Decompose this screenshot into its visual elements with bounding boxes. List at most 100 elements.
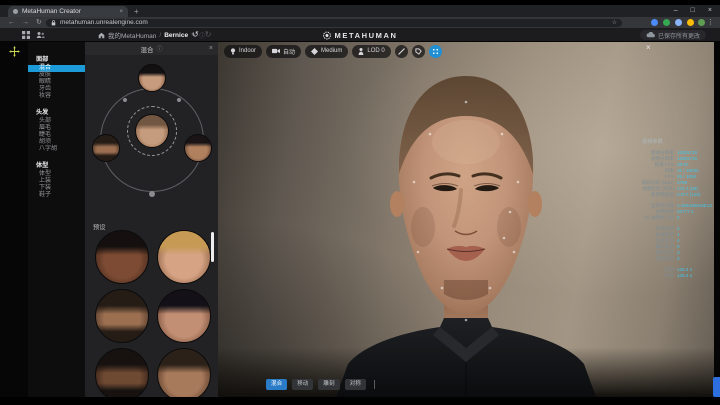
- screen: MetaHuman Creator × + – □ × ← → ↻ metahu…: [0, 0, 720, 405]
- lod-label: LOD 0: [367, 48, 384, 54]
- url-input[interactable]: metahuman.unrealengine.com ☆: [46, 19, 622, 27]
- metahuman-logo: METAHUMAN: [322, 28, 397, 42]
- back-icon[interactable]: ←: [8, 17, 15, 28]
- nav-item-teeth[interactable]: 牙齿: [28, 86, 85, 93]
- presets-title: 预设: [93, 222, 106, 231]
- blend-preset-thumb-right[interactable]: [184, 134, 212, 162]
- panel-close-icon[interactable]: ×: [209, 42, 213, 55]
- tab-close-icon[interactable]: ×: [119, 9, 123, 15]
- metahuman-gear-icon: [322, 31, 331, 40]
- blend-preset-thumb-top[interactable]: [138, 64, 166, 92]
- nav-section-hair: 头发: [28, 107, 85, 116]
- home-icon[interactable]: [98, 32, 105, 39]
- blend-node-dot[interactable]: [177, 98, 181, 102]
- nav-item-skin[interactable]: 皮肤: [28, 72, 85, 79]
- extension-icons[interactable]: [651, 19, 694, 26]
- camera-pill[interactable]: 自动: [266, 45, 301, 58]
- mode-move-button[interactable]: 移动: [292, 379, 313, 390]
- mode-symmetry-button[interactable]: 对称: [345, 379, 366, 390]
- panel-info-icon[interactable]: ⓘ: [156, 44, 162, 53]
- blend-preset-thumb-left[interactable]: [92, 134, 120, 162]
- quality-pill[interactable]: Medium: [305, 45, 348, 58]
- presets-scrollbar[interactable]: [211, 232, 214, 262]
- blend-node-dot[interactable]: [149, 191, 155, 197]
- mode-sculpt-button[interactable]: 雕刻: [318, 379, 339, 390]
- nav-item-eyebrows[interactable]: 眉毛: [28, 125, 85, 132]
- blend-circle[interactable]: [85, 55, 218, 225]
- nav-item-makeup[interactable]: 妆容: [28, 93, 85, 100]
- nav-item-shoes[interactable]: 鞋子: [28, 192, 85, 199]
- blend-current-face-thumb[interactable]: [135, 114, 169, 148]
- preset-thumb[interactable]: [95, 289, 149, 343]
- preset-thumb[interactable]: [95, 230, 149, 284]
- saved-status-text: 已保存所有更改: [658, 31, 700, 40]
- browser-menu-icon[interactable]: ⋮: [707, 17, 714, 28]
- preset-thumb[interactable]: [157, 348, 211, 397]
- mode-separator: [374, 380, 375, 389]
- move-gizmo-icon[interactable]: [9, 46, 20, 57]
- environment-label: Indoor: [239, 48, 256, 54]
- reload-icon[interactable]: ↻: [36, 17, 42, 28]
- breadcrumb: 我的MetaHuman / Bernice ✎ ⓘ: [98, 28, 205, 42]
- preset-thumb[interactable]: [157, 289, 211, 343]
- stats-title: 视频参数: [628, 138, 710, 145]
- window-minimize-icon[interactable]: –: [674, 5, 678, 17]
- nav-item-blend[interactable]: 混合: [28, 65, 85, 72]
- tool-close-icon[interactable]: ×: [646, 43, 651, 52]
- viewport-toolbar: Indoor 自动 Medium LOD 0: [224, 44, 442, 58]
- community-icon[interactable]: [36, 31, 45, 39]
- extension-icon[interactable]: [651, 19, 658, 26]
- sculpt-mode-bar: 混合 移动 雕刻 对称: [266, 379, 375, 390]
- bottom-letterbox: [0, 397, 720, 405]
- hair-preview-button[interactable]: [412, 45, 425, 58]
- nav-item-tops[interactable]: 上装: [28, 178, 85, 185]
- nav-item-bottoms[interactable]: 下装: [28, 185, 85, 192]
- new-tab-button[interactable]: +: [134, 7, 139, 16]
- bookmark-star-icon[interactable]: ☆: [612, 19, 617, 26]
- profile-avatar[interactable]: [698, 19, 705, 26]
- nav-item-mustache[interactable]: 八字胡: [28, 146, 85, 153]
- quality-icon: [311, 48, 318, 55]
- lightbulb-icon: [230, 48, 236, 55]
- nav-item-beard[interactable]: 胡须: [28, 139, 85, 146]
- character-name: Bernice: [164, 32, 188, 39]
- feedback-tab[interactable]: [713, 377, 720, 397]
- viewport[interactable]: Indoor 自动 Medium LOD 0: [218, 42, 714, 397]
- browser-tab[interactable]: MetaHuman Creator ×: [8, 6, 128, 17]
- app-header: 我的MetaHuman / Bernice ✎ ⓘ ↺ ↻ METAHUMAN …: [0, 28, 720, 42]
- extension-icon[interactable]: [675, 19, 682, 26]
- lod-pill[interactable]: LOD 0: [352, 45, 390, 58]
- face-guides-toggle[interactable]: [429, 45, 442, 58]
- window-close-icon[interactable]: ×: [708, 5, 712, 17]
- extension-icon[interactable]: [687, 19, 694, 26]
- blend-node-dot[interactable]: [123, 98, 127, 102]
- brush-icon: [398, 48, 405, 55]
- url-text: metahuman.unrealengine.com: [60, 19, 148, 26]
- tag-icon: [415, 48, 422, 55]
- nav-item-eyes[interactable]: 眼睛: [28, 79, 85, 86]
- blend-panel: 混合 ⓘ × 预设: [85, 42, 218, 397]
- clay-preview-button[interactable]: [395, 45, 408, 58]
- saved-status-pill: 已保存所有更改: [640, 30, 706, 40]
- mode-blend-button[interactable]: 混合: [266, 379, 287, 390]
- nav-item-body[interactable]: 体型: [28, 171, 85, 178]
- nav-section-body: 体型: [28, 160, 85, 169]
- window-maximize-icon[interactable]: □: [691, 5, 695, 17]
- preset-thumb[interactable]: [95, 348, 149, 397]
- undo-icon[interactable]: ↺: [192, 28, 199, 42]
- layout-grid-icon[interactable]: [22, 31, 30, 39]
- browser-address-bar: ← → ↻ metahuman.unrealengine.com ☆ ⋮: [0, 17, 720, 28]
- forward-icon[interactable]: →: [22, 17, 29, 28]
- extension-icon[interactable]: [663, 19, 670, 26]
- cloud-check-icon: [646, 32, 655, 38]
- nav-item-head-hair[interactable]: 头部: [28, 118, 85, 125]
- lock-icon: [51, 20, 56, 26]
- nav-item-eyelashes[interactable]: 睫毛: [28, 132, 85, 139]
- preset-thumb[interactable]: [157, 230, 211, 284]
- redo-icon[interactable]: ↻: [205, 28, 212, 42]
- lod-person-icon: [358, 48, 364, 55]
- environment-pill[interactable]: Indoor: [224, 45, 262, 58]
- sidebar-nav: 面部 混合 皮肤 眼睛 牙齿 妆容 头发 头部 眉毛 睫毛 胡须 八字胡 体型 …: [28, 42, 85, 397]
- guide-dots-icon: [432, 48, 439, 55]
- breadcrumb-root[interactable]: 我的MetaHuman: [108, 30, 156, 40]
